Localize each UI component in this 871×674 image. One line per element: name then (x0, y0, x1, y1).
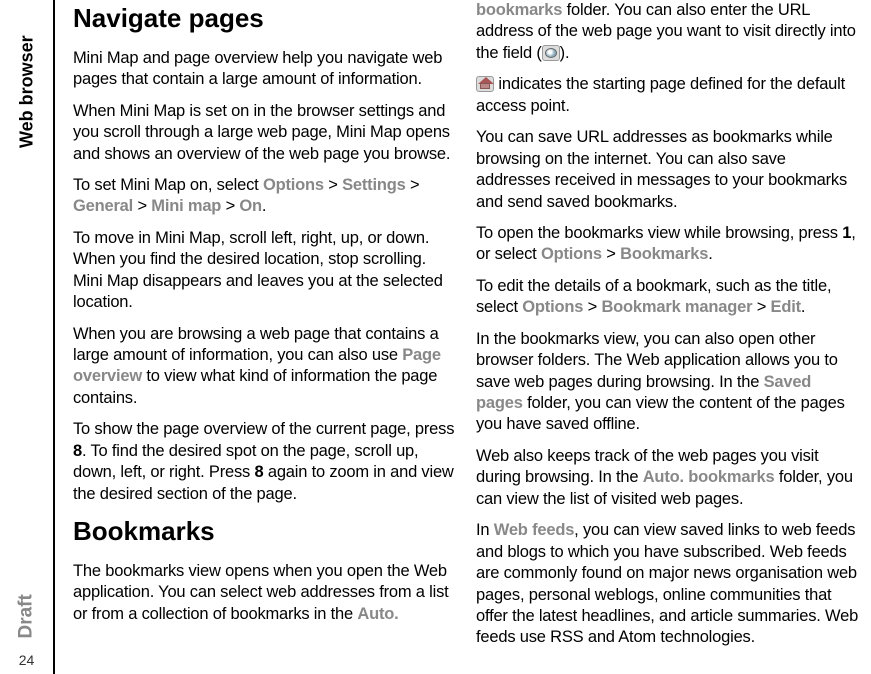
ui-term-auto: Auto. (357, 605, 398, 623)
ui-term-options: Options (522, 298, 583, 316)
ui-term-options: Options (541, 245, 602, 263)
heading-bookmarks: Bookmarks (73, 515, 458, 549)
paragraph: To edit the details of a bookmark, such … (476, 276, 861, 319)
paragraph: You can save URL addresses as bookmarks … (476, 127, 861, 213)
draft-watermark: Draft (14, 594, 39, 638)
ui-term-bookmarks: Bookmarks (620, 245, 708, 263)
sidebar: Web browser Draft 24 (0, 0, 55, 674)
key-1: 1 (842, 224, 851, 242)
paragraph: The bookmarks view opens when you open t… (73, 561, 458, 625)
ui-term-bookmarks-folder: bookmarks (476, 1, 562, 19)
ui-term-settings: Settings (342, 176, 406, 194)
ui-term-bookmark-manager: Bookmark manager (601, 298, 752, 316)
ui-term-edit: Edit (771, 298, 801, 316)
paragraph: Mini Map and page overview help you navi… (73, 48, 458, 91)
paragraph: To show the page overview of the current… (73, 419, 458, 505)
paragraph: To set Mini Map on, select Options > Set… (73, 175, 458, 218)
section-label: Web browser (15, 35, 38, 148)
heading-navigate-pages: Navigate pages (73, 2, 458, 36)
ui-term-web-feeds: Web feeds (494, 521, 574, 539)
left-column: Navigate pages Mini Map and page overvie… (73, 0, 458, 674)
paragraph: In the bookmarks view, you can also open… (476, 329, 861, 436)
ui-term-options: Options (263, 176, 324, 194)
ui-term-on: On (239, 197, 262, 215)
right-column: bookmarks folder. You can also enter the… (476, 0, 861, 674)
paragraph: bookmarks folder. You can also enter the… (476, 0, 861, 64)
page-content: Navigate pages Mini Map and page overvie… (55, 0, 871, 674)
paragraph: When you are browsing a web page that co… (73, 324, 458, 410)
paragraph: To move in Mini Map, scroll left, right,… (73, 228, 458, 314)
paragraph: Web also keeps track of the web pages yo… (476, 446, 861, 510)
ui-term-minimap: Mini map (151, 197, 221, 215)
paragraph: When Mini Map is set on in the browser s… (73, 101, 458, 165)
paragraph: indicates the starting page defined for … (476, 74, 861, 117)
home-icon (476, 76, 494, 92)
key-8: 8 (73, 442, 82, 460)
ui-term-auto-bookmarks: Auto. bookmarks (643, 468, 775, 486)
paragraph: In Web feeds, you can view saved links t… (476, 520, 861, 649)
paragraph: To open the bookmarks view while browsin… (476, 223, 861, 266)
ui-term-general: General (73, 197, 133, 215)
page-number: 24 (19, 651, 35, 669)
globe-icon (542, 45, 560, 61)
